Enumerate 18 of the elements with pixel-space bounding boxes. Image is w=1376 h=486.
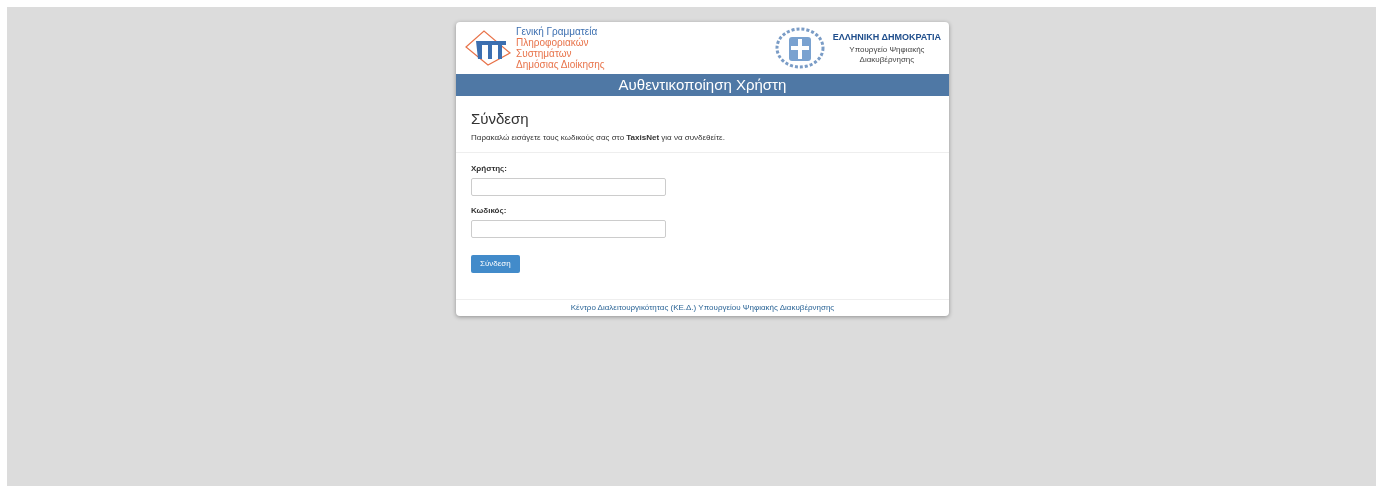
field-label: Κωδικός:	[471, 205, 508, 217]
title-bar: Αυθεντικοποίηση Χρήστη	[456, 74, 949, 96]
field-label: Χρήστης:	[471, 163, 508, 175]
login-button[interactable]: Σύνδεση	[471, 255, 520, 273]
password-field[interactable]	[471, 220, 666, 238]
organization-name-line: Δημόσιας Διοίκησης	[516, 59, 605, 70]
login-heading: Σύνδεση	[471, 109, 530, 129]
username-field[interactable]	[471, 178, 666, 196]
footer-link[interactable]: Κέντρο Διαλειτουργικότητας (ΚΕ.Δ.) Υπουργείου Ψηφιακής Διακυβέρνησης	[570, 302, 835, 314]
instructions-text: Παρακαλώ εισάγετε τους κωδικούς σας στο TaxisNet για να συνδεθείτε.	[471, 132, 726, 144]
ggps-logo-icon	[464, 29, 512, 67]
coat-of-arms-icon	[774, 27, 825, 69]
organization-name-line: Γενική Γραμματεία	[516, 26, 599, 37]
organization-name-line: Πληροφοριακών	[516, 37, 589, 48]
ministry-name-line: Υπουργείο Ψηφιακής	[849, 44, 925, 55]
ministry-name-line: Διακυβέρνησης	[859, 54, 915, 65]
organization-name-line: Συστημάτων	[516, 48, 572, 59]
state-title: ΕΛΛΗΝΙΚΗ ΔΗΜΟΚΡΑΤΙΑ	[832, 31, 941, 45]
